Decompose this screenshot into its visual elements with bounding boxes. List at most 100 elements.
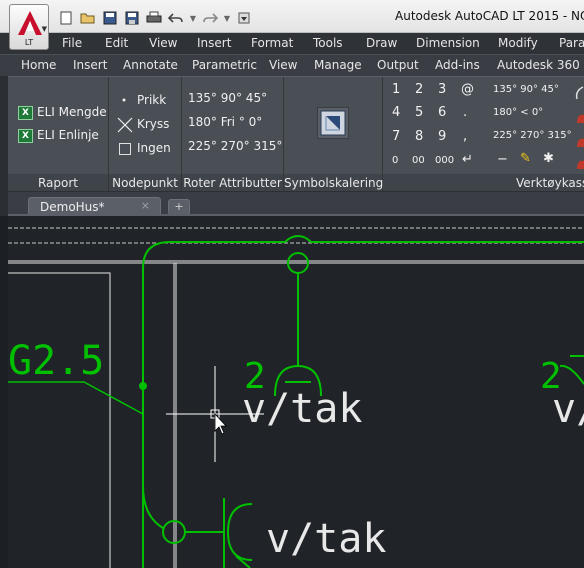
- redo-dropdown-icon[interactable]: ▼: [222, 9, 232, 27]
- save-icon[interactable]: [100, 9, 120, 27]
- key-5[interactable]: 5: [415, 105, 423, 120]
- switch-symbol: [559, 364, 584, 385]
- tab-insert[interactable]: Insert: [73, 58, 107, 72]
- key-6[interactable]: 6: [438, 105, 446, 120]
- wall-line: [8, 272, 111, 568]
- nodepunkt-kryss-button[interactable]: Kryss: [137, 117, 169, 131]
- menu-view[interactable]: View: [149, 36, 177, 50]
- autocad-logo-icon: [18, 11, 42, 35]
- menu-edit[interactable]: Edit: [105, 36, 128, 50]
- key-0[interactable]: 0: [392, 155, 398, 166]
- panel-raport: X ELI Mengde X ELI Enlinje Raport: [8, 77, 109, 192]
- panel-title-nodepunkt: Nodepunkt: [109, 174, 181, 192]
- mouse-pointer-icon: [214, 412, 227, 435]
- quick-access-toolbar: ▼ ▼: [56, 9, 254, 27]
- key-2[interactable]: 2: [415, 82, 423, 97]
- drawing-canvas[interactable]: G2.5 2 2 v/tak v/ v/tak: [0, 216, 584, 568]
- panel-roter-attributter: 135° 90° 45° 180° Fri ° 0° 225° 270° 315…: [182, 77, 284, 192]
- text-label-vtak: v/tak: [266, 516, 386, 562]
- application-menu-button[interactable]: LT ▼: [9, 4, 49, 50]
- minus-button[interactable]: −: [497, 152, 508, 167]
- tab-add-ins[interactable]: Add-ins: [435, 58, 480, 72]
- menu-insert[interactable]: Insert: [197, 36, 231, 50]
- key-8[interactable]: 8: [415, 129, 423, 144]
- ribbon: X ELI Mengde X ELI Enlinje Raport Prikk …: [8, 76, 584, 192]
- angle-row-1[interactable]: 135° 90° 45°: [493, 84, 559, 95]
- cross-icon: [117, 117, 133, 133]
- menu-dimension[interactable]: Dimension: [416, 36, 480, 50]
- key-comma[interactable]: ,: [463, 129, 467, 144]
- eli-mengde-button[interactable]: ELI Mengde: [37, 105, 107, 119]
- panel-verktoykasse: 1 2 3 @ 4 5 6 . 7 8 9 , 0 00 000 ↵ 135° …: [383, 77, 584, 192]
- rotate-angles-row-1[interactable]: 135° 90° 45°: [188, 91, 267, 105]
- menu-modify[interactable]: Modify: [498, 36, 538, 50]
- customize-icon[interactable]: [234, 9, 254, 27]
- nodepunkt-ingen-button[interactable]: Ingen: [137, 141, 171, 155]
- panel-title-roter-attributter: Roter Attributter: [182, 174, 283, 192]
- saveas-icon[interactable]: [122, 9, 142, 27]
- key-3[interactable]: 3: [438, 82, 446, 97]
- angle-row-3[interactable]: 225° 270° 315°: [493, 130, 572, 141]
- menu-tools[interactable]: Tools: [313, 36, 343, 50]
- new-icon[interactable]: [56, 9, 76, 27]
- close-icon[interactable]: ×: [141, 199, 150, 212]
- angle-row-2[interactable]: 180° < 0°: [493, 107, 543, 118]
- menu-draw[interactable]: Draw: [366, 36, 397, 50]
- wire-path: [284, 234, 312, 243]
- outlet-symbol: [226, 503, 253, 561]
- tab-home[interactable]: Home: [21, 58, 56, 72]
- document-tab-bar: DemoHus* × +: [8, 191, 584, 216]
- dot-icon: [122, 98, 126, 102]
- menu-file[interactable]: File: [62, 36, 82, 50]
- undo-dropdown-icon[interactable]: ▼: [188, 9, 198, 27]
- tab-manage[interactable]: Manage: [314, 58, 362, 72]
- key-at[interactable]: @: [461, 82, 474, 97]
- menu-bar: File Edit View Insert Format Tools Draw …: [0, 33, 584, 54]
- new-tab-button[interactable]: +: [168, 199, 190, 215]
- key-00[interactable]: 00: [412, 155, 425, 166]
- key-enter[interactable]: ↵: [462, 152, 473, 167]
- menu-parametric[interactable]: Para: [559, 36, 584, 50]
- drawing-area[interactable]: G2.5 2 2 v/tak v/ v/tak: [0, 216, 584, 568]
- menu-format[interactable]: Format: [251, 36, 293, 50]
- rotate-angles-row-3[interactable]: 225° 270° 315°: [188, 139, 282, 153]
- key-7[interactable]: 7: [392, 129, 400, 144]
- key-4[interactable]: 4: [392, 105, 400, 120]
- key-dot[interactable]: .: [463, 105, 467, 120]
- panel-symbolskalering: Symbolskalering: [284, 77, 383, 192]
- text-label-vtak: v/: [552, 386, 584, 432]
- wire-path: [142, 485, 164, 529]
- none-checkbox-icon: [119, 143, 131, 155]
- key-9[interactable]: 9: [438, 129, 446, 144]
- panel-title-verktoykasse: Verktøykasse: [383, 174, 584, 192]
- edit-pencil-button[interactable]: ✎: [520, 151, 531, 166]
- leader-line: [8, 381, 144, 415]
- nodepunkt-prikk-button[interactable]: Prikk: [137, 93, 166, 107]
- rotate-angles-row-2[interactable]: 180° Fri ° 0°: [188, 115, 262, 129]
- symbol-scale-icon: [320, 110, 346, 136]
- star-button[interactable]: ✱: [543, 151, 554, 166]
- tab-view[interactable]: View: [269, 58, 297, 72]
- ribbon-tab-bar: Home Insert Annotate Parametric View Man…: [0, 54, 584, 76]
- undo-icon[interactable]: [166, 9, 186, 27]
- excel-icon: X: [18, 129, 33, 143]
- tab-autodesk-360[interactable]: Autodesk 360: [497, 58, 580, 72]
- tab-output[interactable]: Output: [377, 58, 419, 72]
- panel-nodepunkt: Prikk Kryss Ingen Nodepunkt: [109, 77, 182, 192]
- print-icon[interactable]: [144, 9, 164, 27]
- circuit-label-g25: G2.5: [8, 338, 104, 384]
- redo-icon[interactable]: [200, 9, 220, 27]
- document-tab-label: DemoHus*: [40, 200, 105, 214]
- leader-dot: [139, 382, 147, 390]
- open-icon[interactable]: [78, 9, 98, 27]
- symbol-scale-button[interactable]: [317, 107, 349, 139]
- tab-parametric[interactable]: Parametric: [192, 58, 257, 72]
- eli-enlinje-button[interactable]: ELI Enlinje: [37, 128, 99, 142]
- excel-icon: X: [18, 106, 33, 120]
- text-label-vtak: v/tak: [242, 386, 362, 432]
- key-1[interactable]: 1: [392, 82, 400, 97]
- panel-title-raport: Raport: [8, 174, 108, 192]
- tab-annotate[interactable]: Annotate: [123, 58, 178, 72]
- app-menu-caret-icon: ▼: [41, 25, 47, 33]
- key-000[interactable]: 000: [435, 155, 454, 166]
